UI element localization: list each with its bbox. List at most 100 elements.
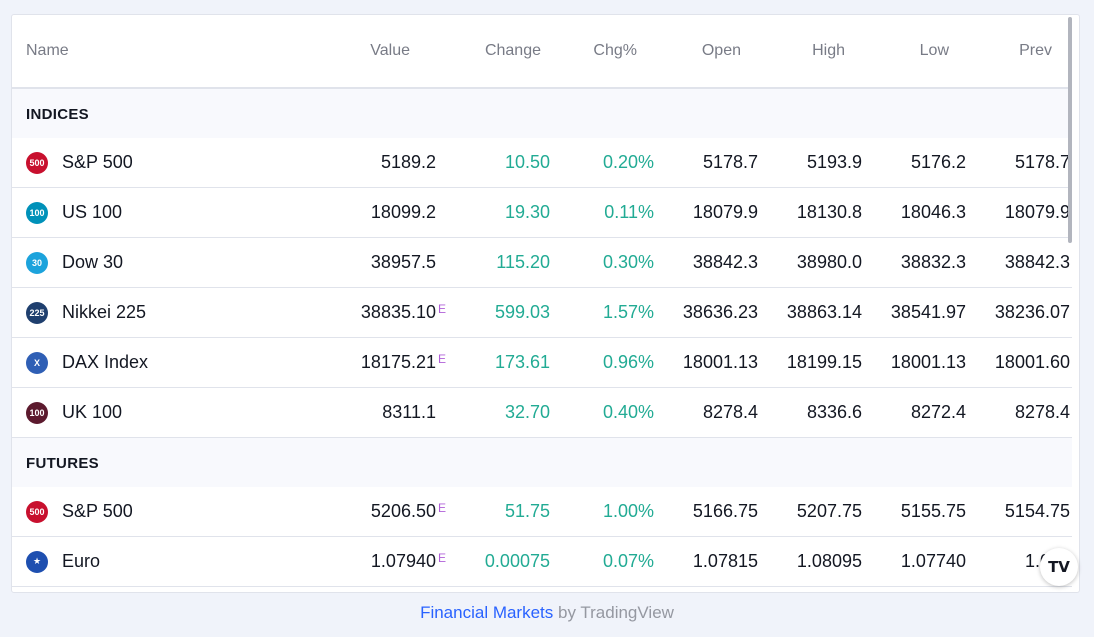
- symbol-cell[interactable]: 225 Nikkei 225: [26, 288, 146, 337]
- symbol-name[interactable]: DAX Index: [62, 352, 148, 373]
- symbol-name[interactable]: S&P 500: [62, 152, 133, 173]
- section-title: FUTURES: [26, 455, 99, 472]
- open-value: 5166.75: [692, 501, 758, 521]
- table-row[interactable]: X DAX Index 18175.21 E 173.61 0.96% 18001.13 18…: [12, 338, 1072, 388]
- open-cell: 38842.3: [693, 238, 758, 287]
- value-cell: 5189.2: [381, 138, 446, 187]
- scrollbar-thumb[interactable]: [1068, 17, 1072, 243]
- symbol-cell[interactable]: ★ Euro: [26, 537, 100, 586]
- value-value: 38835.10: [360, 302, 436, 322]
- value-cell: 1.07940 E: [371, 537, 446, 586]
- open-cell: 18079.9: [693, 188, 758, 237]
- col-header-open[interactable]: Open: [702, 15, 741, 87]
- symbol-cell[interactable]: 30 Dow 30: [26, 238, 123, 287]
- high-value: 8336.6: [806, 402, 862, 422]
- low-value: 18046.3: [900, 202, 966, 222]
- scrollbar[interactable]: [1068, 15, 1076, 592]
- high-cell: 18130.8: [797, 188, 862, 237]
- prev-cell: 38236.07: [995, 288, 1070, 337]
- symbol-logo-icon: 100: [26, 401, 48, 424]
- chg-pct-cell: 0.07%: [603, 537, 654, 586]
- high-value: 38863.14: [786, 302, 862, 322]
- change-value: 10.50: [504, 152, 550, 172]
- symbol-logo-icon: 500: [26, 151, 48, 174]
- estimated-marker: E: [438, 551, 447, 565]
- prev-cell: 5178.7: [1015, 138, 1070, 187]
- change-cell: 32.70: [505, 388, 550, 437]
- footer-brand-link[interactable]: Financial Markets: [420, 603, 553, 622]
- open-cell: 8278.4: [703, 388, 758, 437]
- col-header-low[interactable]: Low: [920, 15, 949, 87]
- col-header-prev[interactable]: Prev: [1019, 15, 1052, 87]
- table-header: Name Value Change Chg% Open High Low Pre…: [12, 15, 1072, 89]
- open-cell: 38636.23: [683, 288, 758, 337]
- quotes-table[interactable]: Name Value Change Chg% Open High Low Pre…: [12, 15, 1072, 592]
- prev-cell: 5154.75: [1005, 487, 1070, 536]
- table-row[interactable]: 30 Dow 30 38957.5 115.20 0.30% 38842.3 38980.0…: [12, 238, 1072, 288]
- table-row[interactable]: 100 UK 100 8311.1 32.70 0.40% 8278.4 8336.6 827…: [12, 388, 1072, 438]
- chg-pct-value: 0.07%: [602, 551, 654, 571]
- table-row[interactable]: 500 S&P 500 5206.50 E 51.75 1.00% 5166.75 5207.…: [12, 487, 1072, 537]
- value-value: 5189.2: [380, 152, 436, 172]
- symbol-cell[interactable]: 500 S&P 500: [26, 487, 133, 536]
- value-value: 18175.21: [360, 352, 436, 372]
- table-row[interactable]: 225 Nikkei 225 38835.10 E 599.03 1.57% 38636.2…: [12, 288, 1072, 338]
- estimated-marker: E: [438, 302, 447, 316]
- low-cell: 38832.3: [901, 238, 966, 287]
- symbol-name[interactable]: Nikkei 225: [62, 302, 146, 323]
- symbol-name[interactable]: Dow 30: [62, 252, 123, 273]
- change-value: 51.75: [504, 501, 550, 521]
- open-value: 38842.3: [692, 252, 758, 272]
- open-cell: 5166.75: [693, 487, 758, 536]
- symbol-logo-icon: 100: [26, 201, 48, 224]
- open-cell: 18001.13: [683, 338, 758, 387]
- open-value: 8278.4: [702, 402, 758, 422]
- symbol-cell[interactable]: 100 UK 100: [26, 388, 122, 437]
- col-header-high[interactable]: High: [812, 15, 845, 87]
- symbol-cell[interactable]: X DAX Index: [26, 338, 148, 387]
- high-cell: 5207.75: [797, 487, 862, 536]
- symbol-cell[interactable]: 100 US 100: [26, 188, 122, 237]
- prev-cell: 8278.4: [1015, 388, 1070, 437]
- value-value: 5206.50: [370, 501, 436, 521]
- high-value: 38980.0: [796, 252, 862, 272]
- symbol-name[interactable]: S&P 500: [62, 501, 133, 522]
- value-cell: 38835.10 E: [361, 288, 446, 337]
- section-title: INDICES: [26, 106, 89, 123]
- footer-suffix: by TradingView: [553, 603, 674, 622]
- change-cell: 19.30: [505, 188, 550, 237]
- chg-pct-cell: 0.20%: [603, 138, 654, 187]
- chg-pct-cell: 0.11%: [604, 188, 654, 237]
- col-header-value[interactable]: Value: [370, 15, 410, 87]
- symbol-name[interactable]: Euro: [62, 551, 100, 572]
- symbol-cell[interactable]: 500 S&P 500: [26, 138, 133, 187]
- symbol-name[interactable]: US 100: [62, 202, 122, 223]
- table-row[interactable]: 100 US 100 18099.2 19.30 0.11% 18079.9 18130.8…: [12, 188, 1072, 238]
- col-header-change[interactable]: Change: [485, 15, 541, 87]
- change-cell: 173.61: [495, 338, 550, 387]
- table-row[interactable]: 500 S&P 500 5189.2 10.50 0.20% 5178.7 5193.9 51…: [12, 138, 1072, 188]
- col-header-chg-pct[interactable]: Chg%: [593, 15, 637, 87]
- high-value: 5193.9: [806, 152, 862, 172]
- high-value: 18199.15: [786, 352, 862, 372]
- high-value: 1.08095: [796, 551, 862, 571]
- table-row[interactable]: ★ Euro 1.07940 E 0.00075 0.07% 1.07815 1.08095 1…: [12, 537, 1072, 587]
- col-header-name[interactable]: Name: [26, 15, 69, 87]
- low-cell: 8272.4: [911, 388, 966, 437]
- low-cell: 18046.3: [901, 188, 966, 237]
- high-value: 5207.75: [796, 501, 862, 521]
- value-value: 38957.5: [370, 252, 436, 272]
- high-cell: 8336.6: [807, 388, 862, 437]
- section-header: FUTURES: [12, 438, 1072, 487]
- chg-pct-cell: 0.40%: [603, 388, 654, 437]
- symbol-name[interactable]: UK 100: [62, 402, 122, 423]
- estimated-marker: E: [438, 352, 447, 366]
- chg-pct-value: 0.30%: [602, 252, 654, 272]
- tradingview-logo-icon[interactable]: TV: [1040, 548, 1078, 586]
- high-cell: 38980.0: [797, 238, 862, 287]
- prev-value: 8278.4: [1014, 402, 1070, 422]
- change-cell: 10.50: [505, 138, 550, 187]
- change-cell: 0.00075: [485, 537, 550, 586]
- open-value: 18079.9: [692, 202, 758, 222]
- high-cell: 1.08095: [797, 537, 862, 586]
